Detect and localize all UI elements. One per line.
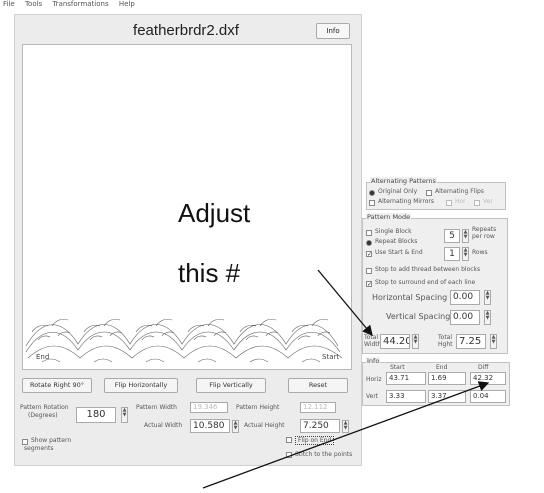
arrow-to-total-width	[317, 269, 373, 336]
annotation-arrows	[202, 269, 490, 489]
arrow-to-horiz-diff	[202, 381, 490, 489]
